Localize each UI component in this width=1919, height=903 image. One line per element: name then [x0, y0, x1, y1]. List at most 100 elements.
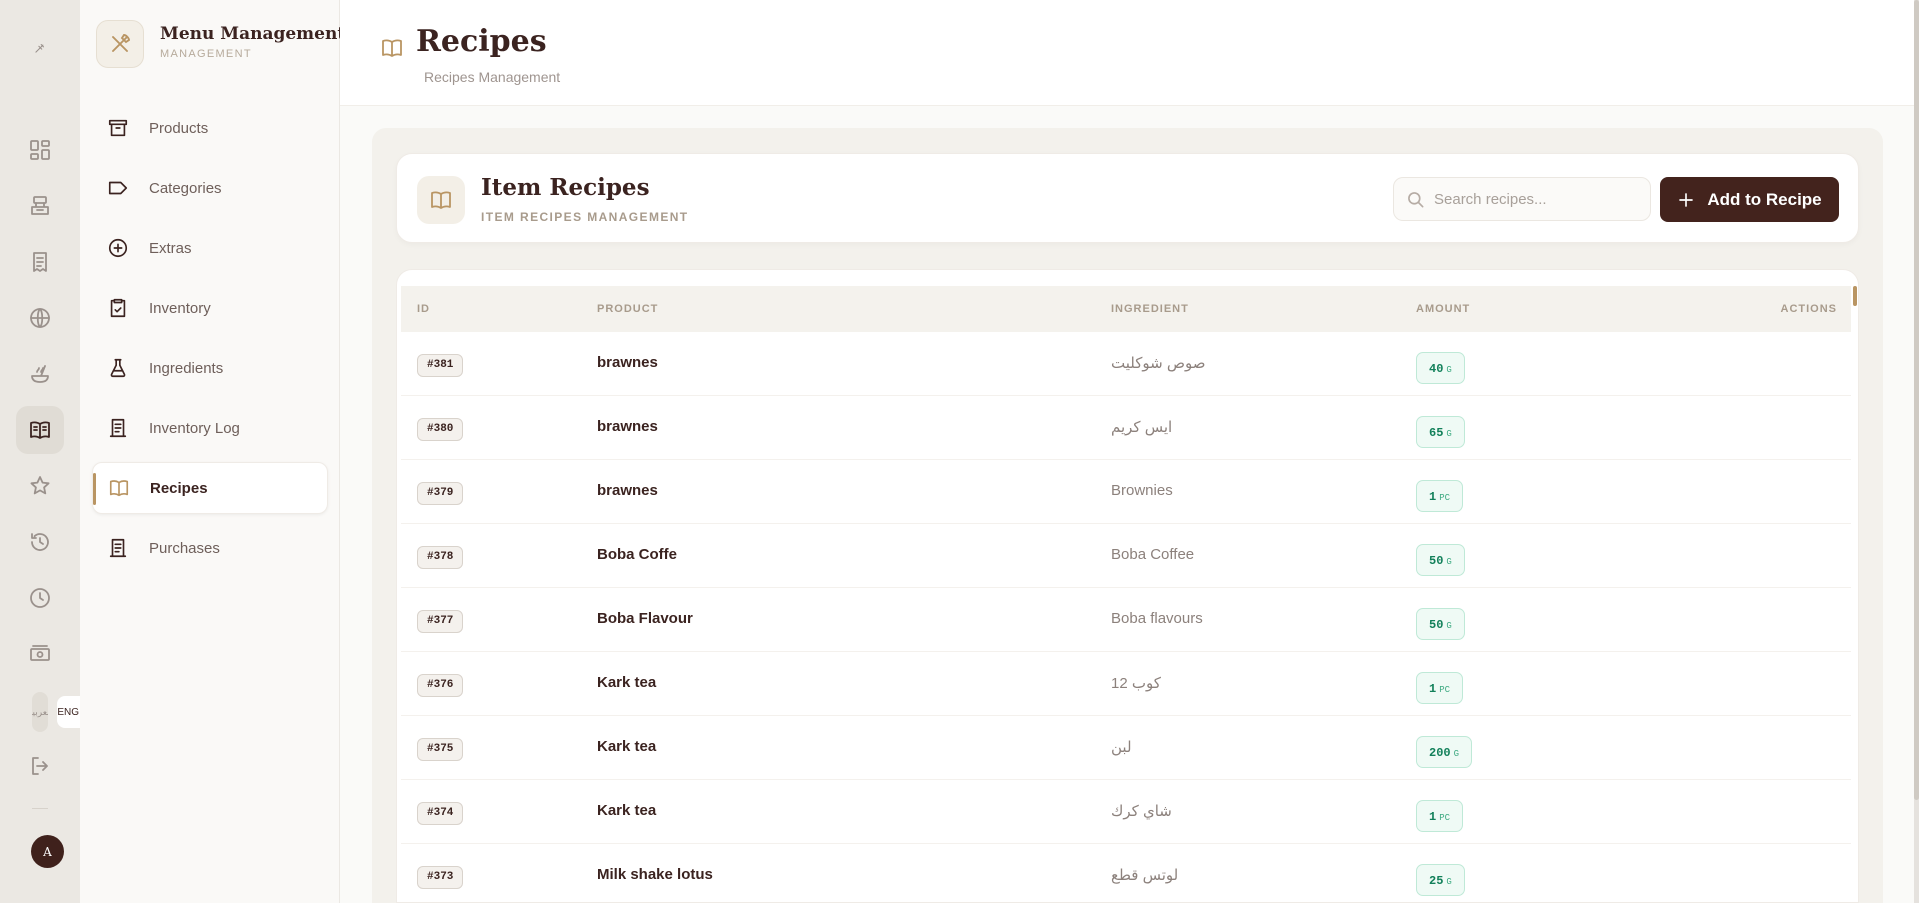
search-icon: [1406, 190, 1426, 210]
ingredient-name: شاي كرك: [1111, 803, 1172, 820]
product-name: brawnes: [597, 418, 658, 435]
lang-english-button[interactable]: ENG: [57, 696, 80, 728]
id-badge: #376: [417, 674, 464, 697]
column-header-id[interactable]: ID: [417, 286, 430, 332]
ingredient-name: لبن: [1111, 739, 1132, 756]
page-title: Recipes: [416, 24, 547, 59]
ingredient-name: Brownies: [1111, 482, 1173, 499]
amount-badge: 50 G: [1416, 544, 1465, 576]
table-row[interactable]: #381 brawnes صوص شوكليت 40 G: [401, 332, 1851, 396]
sidebar-item-label: Categories: [149, 179, 222, 197]
receipt-icon: [107, 537, 129, 559]
ingredient-name: صوص شوكليت: [1111, 355, 1206, 372]
add-to-recipe-button[interactable]: Add to Recipe: [1660, 177, 1839, 222]
star-icon[interactable]: [16, 462, 64, 510]
id-badge: #379: [417, 482, 464, 505]
utensils-icon: [96, 20, 144, 68]
ingredient-name: كوب 12: [1111, 675, 1161, 692]
cashier-icon[interactable]: [16, 182, 64, 230]
product-name: Kark tea: [597, 674, 657, 691]
receipt-icon: [107, 417, 129, 439]
search-box: [1393, 177, 1651, 221]
sidebar-item-label: Inventory: [149, 299, 211, 317]
dashboard-icon[interactable]: [16, 126, 64, 174]
column-header-ingredient[interactable]: INGREDIENT: [1111, 286, 1189, 332]
amount-badge: 1 PC: [1416, 480, 1464, 512]
table-row[interactable]: #373 Milk shake lotus لوتس قطع 25 G: [401, 844, 1851, 902]
sidebar-item-recipes[interactable]: Recipes: [92, 462, 328, 514]
menu-book-icon[interactable]: [16, 406, 64, 454]
table-row[interactable]: #379 brawnes Brownies 1 PC: [401, 460, 1851, 524]
card-title: Item Recipes: [481, 174, 650, 201]
card-subtitle: ITEM RECIPES MANAGEMENT: [481, 210, 689, 224]
sidebar: Menu Management MANAGEMENT Products Cate…: [80, 0, 345, 903]
page-scrollbar[interactable]: [1914, 0, 1919, 903]
amount-badge: 1 PC: [1416, 672, 1464, 704]
amount-badge: 65 G: [1416, 416, 1465, 448]
clock-icon[interactable]: [16, 574, 64, 622]
lang-arabic-button[interactable]: العربية: [32, 692, 48, 732]
sidebar-item-label: Recipes: [150, 479, 208, 497]
sidebar-item-label: Inventory Log: [149, 419, 240, 437]
sidebar-item-inventory-log[interactable]: Inventory Log: [92, 402, 328, 454]
plus-circle-icon: [107, 237, 129, 259]
id-badge: #378: [417, 546, 464, 569]
clipboard-check-icon: [107, 297, 129, 319]
column-header-product[interactable]: PRODUCT: [597, 286, 658, 332]
icon-rail: العربية ENG A: [0, 0, 80, 903]
table-header: ID PRODUCT INGREDIENT AMOUNT ACTIONS: [401, 286, 1851, 332]
table-row[interactable]: #377 Boba Flavour Boba flavours 50 G: [401, 588, 1851, 652]
sidebar-item-ingredients[interactable]: Ingredients: [92, 342, 328, 394]
page-scrollbar-thumb[interactable]: [1914, 0, 1919, 800]
brand-icon[interactable]: [16, 24, 64, 72]
recipes-toolbar-card: Item Recipes ITEM RECIPES MANAGEMENT Add…: [396, 153, 1859, 243]
table-row[interactable]: #376 Kark tea كوب 12 1 PC: [401, 652, 1851, 716]
table-scrollbar[interactable]: [1853, 286, 1857, 306]
orders-icon[interactable]: [16, 238, 64, 286]
flask-icon: [107, 357, 129, 379]
sidebar-item-label: Extras: [149, 239, 192, 257]
globe-icon[interactable]: [16, 294, 64, 342]
product-name: brawnes: [597, 354, 658, 371]
cooking-icon[interactable]: [16, 350, 64, 398]
ingredient-name: ايس كريم: [1111, 419, 1173, 436]
ingredient-name: Boba flavours: [1111, 610, 1203, 627]
product-name: Kark tea: [597, 802, 657, 819]
language-switcher: العربية ENG: [32, 692, 80, 732]
column-header-amount[interactable]: AMOUNT: [1416, 286, 1470, 332]
rail-divider: [32, 808, 48, 809]
product-name: brawnes: [597, 482, 658, 499]
tag-icon: [107, 177, 129, 199]
amount-badge: 1 PC: [1416, 800, 1464, 832]
product-name: Milk shake lotus: [597, 866, 713, 883]
amount-badge: 200 G: [1416, 736, 1473, 768]
sidebar-item-purchases[interactable]: Purchases: [92, 522, 328, 574]
sidebar-title: Menu Management: [160, 24, 346, 44]
table-row[interactable]: #380 brawnes ايس كريم 65 G: [401, 396, 1851, 460]
history-icon[interactable]: [16, 518, 64, 566]
plus-icon: [1679, 192, 1694, 207]
search-input[interactable]: [1434, 178, 1644, 220]
amount-badge: 25 G: [1416, 864, 1465, 896]
id-badge: #373: [417, 866, 464, 889]
logout-icon[interactable]: [16, 742, 64, 790]
table-row[interactable]: #374 Kark tea شاي كرك 1 PC: [401, 780, 1851, 844]
archive-icon: [107, 117, 129, 139]
column-header-actions: ACTIONS: [1780, 303, 1837, 315]
sidebar-item-products[interactable]: Products: [92, 102, 328, 154]
id-badge: #377: [417, 610, 464, 633]
book-open-icon: [380, 36, 404, 60]
sidebar-subtitle: MANAGEMENT: [160, 48, 252, 60]
sidebar-item-categories[interactable]: Categories: [92, 162, 328, 214]
id-badge: #374: [417, 802, 464, 825]
table-row[interactable]: #378 Boba Coffe Boba Coffee 50 G: [401, 524, 1851, 588]
cash-icon[interactable]: [16, 630, 64, 678]
avatar[interactable]: A: [31, 835, 64, 868]
sidebar-item-label: Ingredients: [149, 359, 224, 377]
sidebar-item-inventory[interactable]: Inventory: [92, 282, 328, 334]
amount-badge: 50 G: [1416, 608, 1465, 640]
sidebar-item-extras[interactable]: Extras: [92, 222, 328, 274]
id-badge: #381: [417, 354, 464, 377]
product-name: Boba Coffe: [597, 546, 677, 563]
table-row[interactable]: #375 Kark tea لبن 200 G: [401, 716, 1851, 780]
